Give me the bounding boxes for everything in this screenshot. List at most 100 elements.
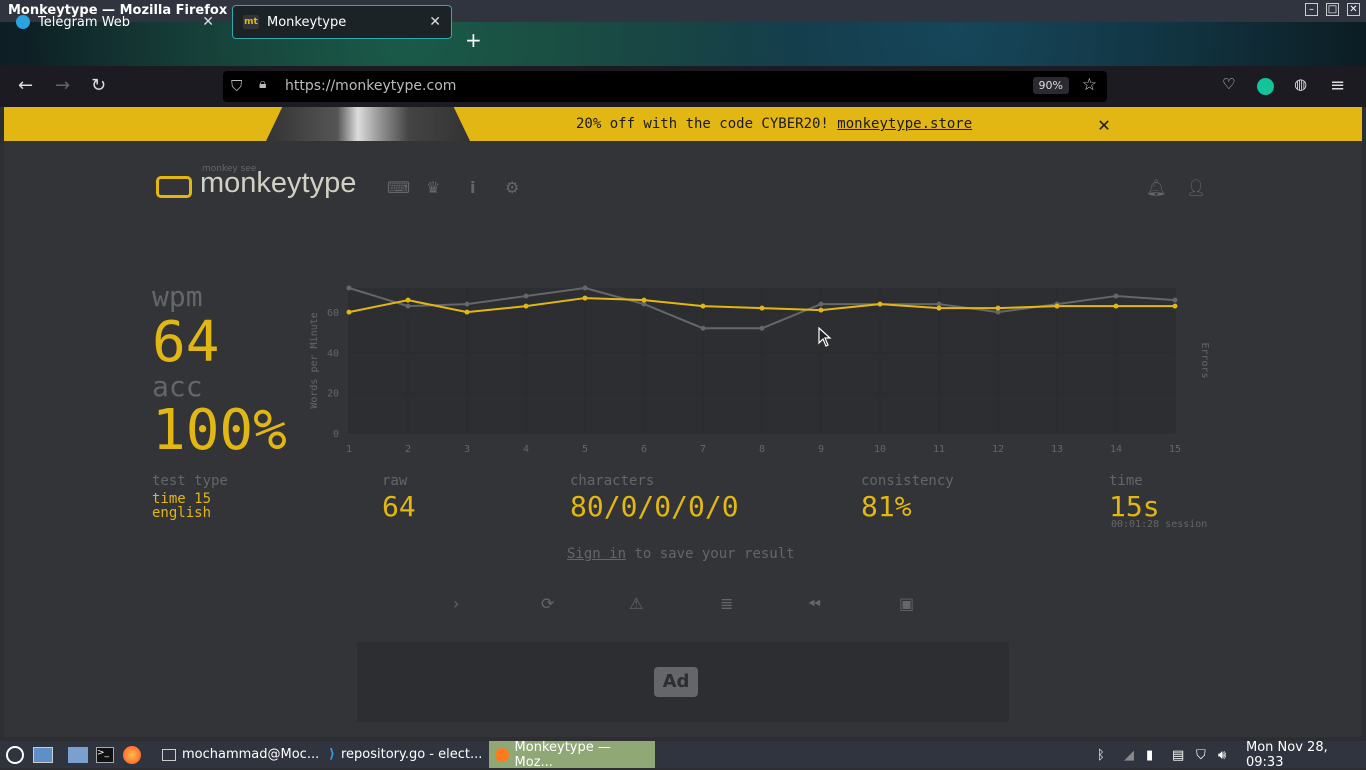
chart-point-wpm	[523, 303, 529, 309]
consistency-value: 81%	[861, 490, 912, 523]
mouse-cursor-icon	[818, 327, 832, 347]
close-window-icon[interactable]: ✕	[1347, 3, 1360, 16]
lock-icon[interactable]: 🔒︎	[259, 76, 266, 92]
chart-point-wpm	[641, 297, 647, 303]
chart-x-tick-label: 6	[641, 444, 647, 455]
tab-telegram[interactable]: Telegram Web ✕	[6, 5, 224, 39]
raw-label: raw	[382, 473, 408, 489]
tab-monkeytype[interactable]: mt Monkeytype ✕	[232, 5, 452, 39]
chart-point-raw	[818, 301, 824, 307]
restart-icon[interactable]: ⟳	[541, 594, 554, 613]
store-link[interactable]: monkeytype.store	[837, 116, 972, 132]
pocket-icon[interactable]: ♡	[1222, 75, 1235, 93]
chart-point-raw	[1172, 297, 1178, 303]
bluetooth-icon[interactable]: ᛒ	[1097, 745, 1105, 765]
desktop-icon[interactable]	[33, 745, 53, 765]
logo-text[interactable]: monkeytype	[200, 167, 356, 200]
chart-point-wpm	[405, 297, 411, 303]
settings-gear-icon[interactable]: ⚙	[505, 178, 519, 197]
reload-icon[interactable]: ↻	[91, 75, 106, 96]
account-icon[interactable]: 👤︎	[1186, 178, 1206, 197]
chart-point-raw	[1113, 293, 1119, 299]
url-text[interactable]: https://monkeytype.com	[285, 78, 456, 94]
chart-point-wpm	[1172, 303, 1178, 309]
taskbar: >_ mochammad@Moc... ⟩ repository.go - ele…	[0, 740, 1366, 770]
chart-x-tick-label: 9	[818, 444, 824, 455]
notification-bell-icon[interactable]: 🔔︎	[1146, 178, 1166, 197]
file-manager-icon[interactable]	[68, 745, 88, 765]
characters-value: 80/0/0/0/0	[570, 490, 739, 523]
chart-point-wpm	[1054, 303, 1060, 309]
tab-label: Telegram Web	[38, 14, 131, 30]
chart-x-tick-label: 5	[582, 444, 588, 455]
warning-icon[interactable]: ⚠	[629, 594, 643, 613]
shield-icon[interactable]: ⛉	[231, 77, 242, 95]
chart-point-wpm	[877, 301, 883, 307]
info-icon[interactable]: i	[470, 178, 475, 197]
chart-x-tick-label: 3	[464, 444, 470, 455]
keyboard-icon[interactable]: ⌨	[387, 178, 410, 197]
url-bar[interactable]: ⛉ 🔒︎ https://monkeytype.com 90% ☆	[223, 71, 1107, 102]
forward-icon[interactable]: →	[55, 75, 70, 96]
raw-value: 64	[382, 490, 416, 523]
chart-point-raw	[582, 285, 588, 291]
new-tab-icon[interactable]: +	[465, 28, 482, 52]
test-type-label: test type	[152, 473, 228, 489]
tab-label: Monkeytype	[267, 14, 347, 30]
chart-point-wpm	[464, 309, 470, 315]
start-menu-icon[interactable]	[6, 745, 24, 765]
taskbar-app-terminal[interactable]: mochammad@Moc...	[156, 741, 325, 768]
tshirt-image	[266, 107, 470, 141]
network-icon[interactable]: ◢	[1124, 745, 1134, 765]
chart-x-tick-label: 1	[346, 444, 352, 455]
keyboard-logo-icon[interactable]	[156, 176, 192, 198]
back-icon[interactable]: ←	[18, 75, 33, 96]
monkeytype-favicon-icon: mt	[243, 15, 259, 29]
chart-point-wpm	[582, 295, 588, 301]
chart-point-raw	[759, 325, 765, 331]
ad-badge: Ad	[654, 667, 698, 697]
crown-icon[interactable]: ♛	[426, 178, 440, 197]
words-history-icon[interactable]: ≣	[720, 594, 733, 613]
signin-prompt: Sign in to save your result	[567, 546, 795, 562]
bookmark-star-icon[interactable]: ☆	[1082, 75, 1097, 95]
maximize-icon[interactable]: □	[1326, 3, 1339, 16]
chart-point-wpm	[1113, 303, 1119, 309]
signin-link[interactable]: Sign in	[567, 546, 626, 562]
taskbar-app-vscode[interactable]: ⟩ repository.go - elect...	[323, 741, 488, 768]
shield-tray-icon[interactable]: ⛉	[1196, 745, 1206, 765]
acc-value: 100%	[152, 398, 287, 463]
chart-point-wpm	[346, 309, 352, 315]
chart-y-axis-label: Words per Minute	[309, 312, 320, 408]
extension-icon[interactable]: ◍	[1294, 75, 1307, 93]
chart-x-tick-label: 7	[700, 444, 706, 455]
ad-container: Ad	[357, 642, 1009, 722]
session-time: 00:01:28 session	[1111, 519, 1208, 530]
consistency-label: consistency	[861, 473, 954, 489]
zoom-level[interactable]: 90%	[1032, 77, 1069, 94]
close-tab-icon[interactable]: ✕	[202, 14, 214, 30]
taskbar-app-firefox[interactable]: Monkeytype — Moz...	[489, 740, 655, 770]
chart-x-tick-label: 13	[1051, 444, 1063, 455]
close-tab-icon[interactable]: ✕	[429, 14, 441, 30]
volume-icon[interactable]: 🔊︎	[1218, 745, 1226, 765]
close-banner-icon[interactable]: ✕	[1098, 112, 1110, 136]
grammarly-icon[interactable]	[1257, 78, 1274, 95]
replay-icon[interactable]: ⏪︎	[808, 594, 821, 614]
next-test-icon[interactable]: ›	[453, 594, 459, 613]
minimize-icon[interactable]: –	[1305, 3, 1318, 16]
chart-y-tick-label: 60	[327, 308, 339, 319]
battery-icon[interactable]: ▮	[1146, 745, 1153, 765]
chart-x-tick-label: 10	[874, 444, 886, 455]
chart-point-raw	[523, 293, 529, 299]
menu-icon[interactable]: ≡	[1330, 75, 1345, 96]
chart-x-tick-label: 2	[405, 444, 411, 455]
wpm-value: 64	[152, 310, 220, 375]
clipboard-icon[interactable]: ▤	[1172, 745, 1184, 765]
characters-label: characters	[570, 473, 655, 489]
firefox-icon[interactable]	[123, 745, 141, 765]
screenshot-icon[interactable]: ▣	[899, 594, 914, 613]
terminal-icon[interactable]: >_	[96, 745, 114, 765]
chart-point-wpm	[700, 303, 706, 309]
test-language: english	[152, 505, 212, 521]
